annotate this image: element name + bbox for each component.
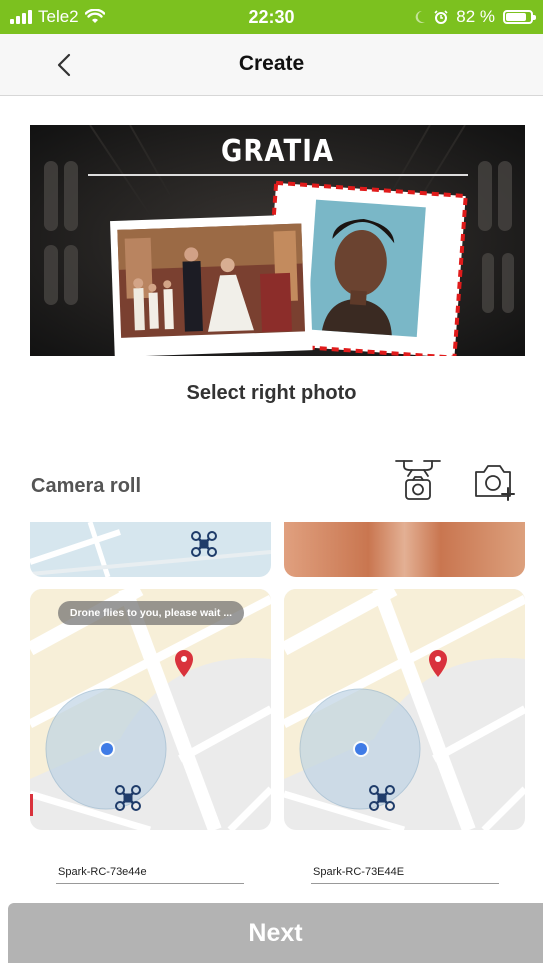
battery-fill [506,13,526,21]
select-photo-instruction: Select right photo [186,382,357,404]
moon-icon [415,10,426,23]
caption-underline [88,174,468,176]
drone-wait-toast: Drone flies to you, please wait ... [58,601,244,625]
status-bar: Tele2 22:30 82 % [0,0,543,34]
camera-add-button[interactable] [472,462,516,502]
drone-camera-icon [395,460,441,500]
map-image [30,589,271,830]
photo-thumbnail-1[interactable] [30,522,271,577]
battery-percent: 82 % [456,7,495,26]
camera-roll-title: Camera roll [31,475,142,497]
template-caption: GRATIA [221,134,334,170]
map-image [284,589,525,830]
battery-icon [503,10,536,24]
navigation-bar: Create [0,34,543,96]
device-name-field-2[interactable]: Spark-RC-73E44E [311,864,499,884]
photo-thumbnail-3[interactable]: Drone flies to you, please wait ... [30,589,271,830]
map-image [30,522,271,577]
page-title: Create [238,52,305,75]
photo-thumbnail-2[interactable] [284,522,525,577]
status-right-group: 82 % [414,7,536,27]
next-button[interactable]: Next [8,903,543,963]
drone-camera-button[interactable] [392,458,444,504]
photo-thumbnail-4[interactable] [284,589,525,830]
alarm-icon [434,10,448,24]
device-name-field-1[interactable]: Spark-RC-73e44e [56,864,244,884]
camera-add-icon [475,465,515,501]
template-preview: GRATIA [30,125,525,356]
